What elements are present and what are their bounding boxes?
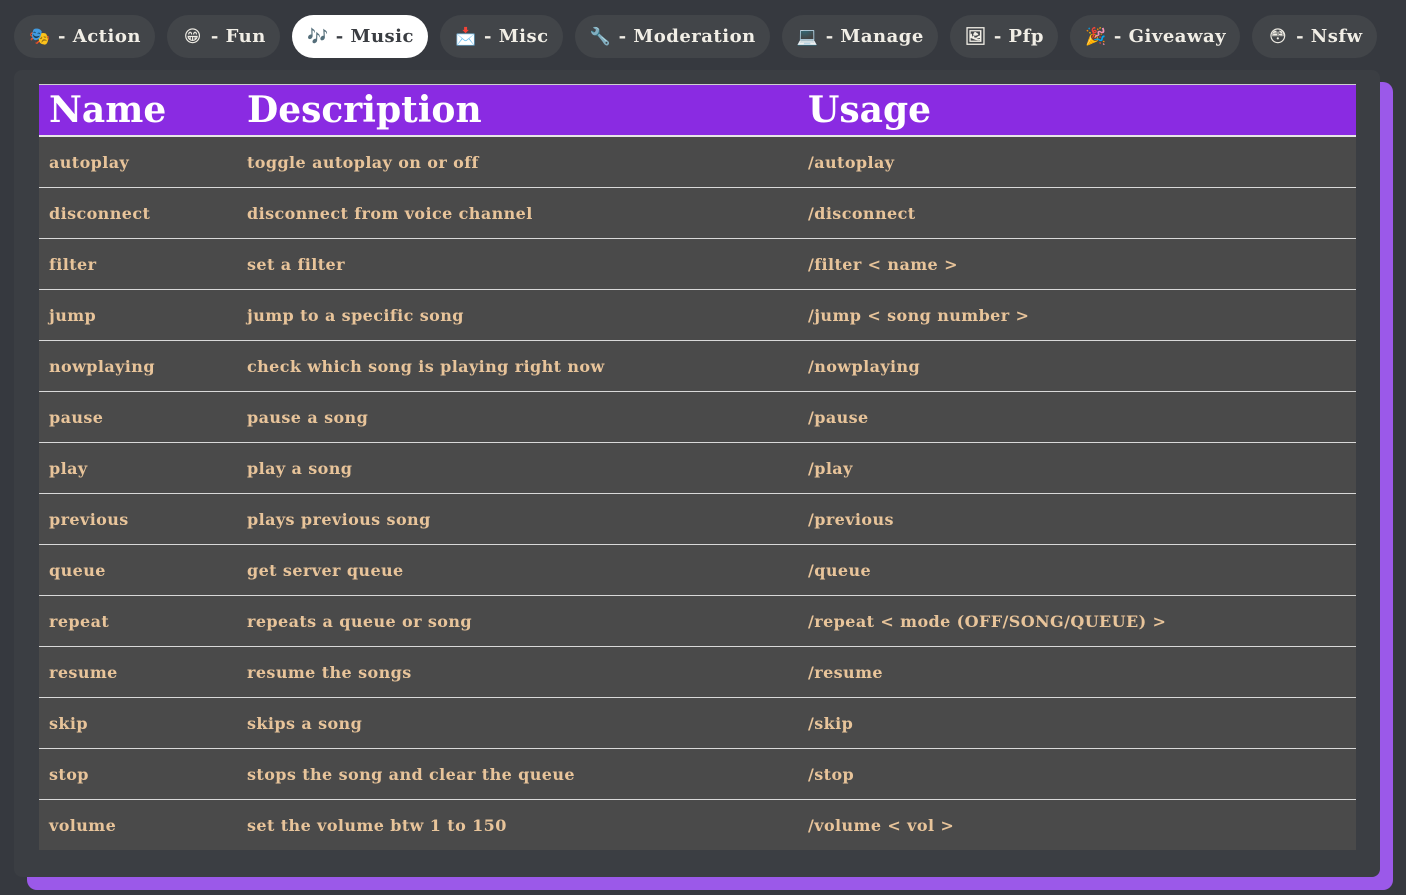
command-description: skips a song [237, 697, 798, 749]
command-usage: /volume < vol > [798, 799, 1356, 850]
tab-label: - Nsfw [1296, 26, 1363, 47]
command-name: queue [39, 544, 237, 596]
table-row: nowplaying check which song is playing ri… [39, 340, 1356, 392]
command-name: skip [39, 697, 237, 749]
command-name: repeat [39, 595, 237, 647]
command-usage: /queue [798, 544, 1356, 596]
tab-moderation[interactable]: 🔧 - Moderation [574, 15, 770, 58]
tab-fun[interactable]: 😁 - Fun [166, 15, 280, 58]
table-row: volume set the volume btw 1 to 150/volume… [39, 799, 1356, 850]
command-usage: /repeat < mode (OFF/SONG/QUEUE) > [798, 595, 1356, 647]
table-row: disconnect disconnect from voice channel /… [39, 187, 1356, 239]
command-description: pause a song [237, 391, 798, 443]
tab-label: - Fun [210, 26, 266, 47]
wrench-icon: 🔧 [589, 26, 612, 47]
music-notes-icon: 🎶 [306, 26, 329, 47]
tab-giveaway[interactable]: 🎉 - Giveaway [1069, 15, 1241, 58]
picture-icon: 🖼 [964, 26, 987, 47]
command-description: play a song [237, 442, 798, 494]
header-description: Description [237, 84, 798, 137]
table-row: pause pause a song/pause [39, 391, 1356, 443]
tab-manage[interactable]: 💻 - Manage [781, 15, 938, 58]
command-description: set the volume btw 1 to 150 [237, 799, 798, 850]
tab-label: - Pfp [993, 26, 1044, 47]
command-description: get server queue [237, 544, 798, 596]
table-row: filter set a filter/filter < name > [39, 238, 1356, 290]
command-name: filter [39, 238, 237, 290]
category-tabs: 🎭 - Action 😁 - Fun 🎶 - Music 📩 - Misc 🔧 - Moderat… [14, 15, 1377, 58]
command-usage: /skip [798, 697, 1356, 749]
header-usage: Usage [798, 84, 1356, 137]
table-header-row: Name Description Usage [39, 84, 1356, 137]
commands-table: Name Description Usage autoplay toggle au… [39, 84, 1356, 850]
party-popper-icon: 🎉 [1085, 26, 1107, 47]
table-row: previous plays previous song/previous [39, 493, 1356, 545]
command-name: jump [39, 289, 237, 341]
command-description: toggle autoplay on or off [237, 136, 798, 188]
table-row: stop stops the song and clear the queue/s… [39, 748, 1356, 800]
tab-label: - Action [58, 26, 141, 47]
command-usage: /jump < song number > [798, 289, 1356, 341]
command-name: autoplay [39, 136, 237, 188]
command-usage: /stop [798, 748, 1356, 800]
command-usage: /nowplaying [798, 340, 1356, 392]
command-usage: /filter < name > [798, 238, 1356, 290]
command-description: resume the songs [237, 646, 798, 698]
command-name: previous [39, 493, 237, 545]
table-row: skip skips a song/skip [39, 697, 1356, 749]
face-icon: 😳 [1268, 26, 1288, 47]
command-description: jump to a specific song [237, 289, 798, 341]
tab-nsfw[interactable]: 😳 - Nsfw [1252, 15, 1377, 58]
computer-icon: 💻 [796, 26, 819, 47]
command-name: nowplaying [39, 340, 237, 392]
tab-label: - Music [335, 26, 414, 47]
command-usage: /previous [798, 493, 1356, 545]
command-usage: /autoplay [798, 136, 1356, 188]
tab-label: - Misc [483, 26, 549, 47]
tab-label: - Manage [825, 26, 924, 47]
tab-misc[interactable]: 📩 - Misc [439, 15, 563, 58]
command-usage: /disconnect [798, 187, 1356, 239]
command-usage: /pause [798, 391, 1356, 443]
header-name: Name [39, 84, 237, 137]
envelope-icon: 📩 [455, 26, 477, 47]
theater-masks-icon: 🎭 [29, 26, 51, 47]
command-description: repeats a queue or song [237, 595, 798, 647]
table-row: jump jump to a specific song/jump < song … [39, 289, 1356, 341]
command-name: disconnect [39, 187, 237, 239]
command-usage: /resume [798, 646, 1356, 698]
command-name: volume [39, 799, 237, 850]
command-name: pause [39, 391, 237, 443]
command-usage: /play [798, 442, 1356, 494]
table-row: autoplay toggle autoplay on or off/autopl… [39, 136, 1356, 188]
tab-action[interactable]: 🎭 - Action [14, 15, 155, 58]
commands-panel: Name Description Usage autoplay toggle au… [14, 70, 1380, 877]
tab-music[interactable]: 🎶 - Music [291, 15, 428, 58]
tab-pfp[interactable]: 🖼 - Pfp [949, 15, 1058, 58]
table-row: queue get server queue/queue [39, 544, 1356, 596]
command-description: check which song is playing right now [237, 340, 798, 392]
command-name: stop [39, 748, 237, 800]
tab-label: - Moderation [618, 26, 756, 47]
command-name: resume [39, 646, 237, 698]
table-row: repeat repeats a queue or song/repeat < m… [39, 595, 1356, 647]
table-row: play play a song/play [39, 442, 1356, 494]
command-description: stops the song and clear the queue [237, 748, 798, 800]
tab-label: - Giveaway [1113, 26, 1227, 47]
command-name: play [39, 442, 237, 494]
command-description: plays previous song [237, 493, 798, 545]
command-description: set a filter [237, 238, 798, 290]
command-description: disconnect from voice channel [237, 187, 798, 239]
table-row: resume resume the songs/resume [39, 646, 1356, 698]
grinning-face-icon: 😁 [183, 26, 203, 47]
